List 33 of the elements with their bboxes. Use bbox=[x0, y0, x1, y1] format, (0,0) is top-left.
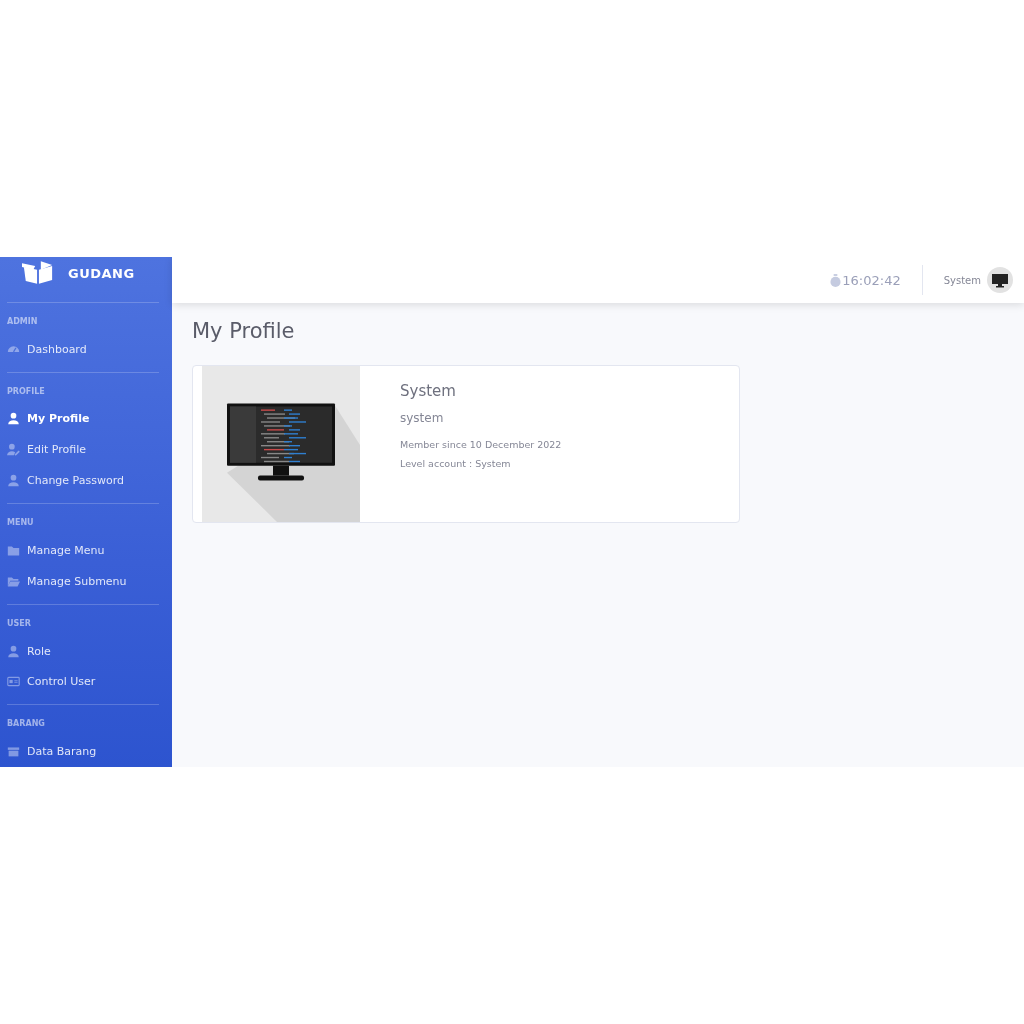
id-card-icon bbox=[7, 675, 20, 689]
stopwatch-icon bbox=[830, 273, 842, 287]
brand-name: GUDANG bbox=[68, 265, 135, 281]
user-icon bbox=[7, 412, 20, 426]
section-heading: USER bbox=[7, 617, 32, 630]
box-icon bbox=[7, 745, 20, 759]
nav-item[interactable]: My Profile bbox=[7, 403, 165, 435]
profile-name: System bbox=[400, 382, 457, 400]
section-heading: MENU bbox=[7, 517, 35, 529]
monitor-avatar-icon[interactable] bbox=[987, 267, 1013, 293]
nav-item[interactable]: Dashboard bbox=[7, 333, 165, 365]
nav-item[interactable]: Manage Submenu bbox=[7, 565, 165, 597]
nav-item[interactable]: Data Barang bbox=[7, 736, 165, 767]
folder-icon bbox=[7, 543, 20, 557]
username-text: system bbox=[400, 411, 445, 425]
folder-open-icon bbox=[7, 574, 20, 588]
nav-item[interactable]: Role bbox=[7, 635, 165, 667]
member-since-text: Member since 10 December 2022 bbox=[400, 439, 562, 450]
user-icon bbox=[7, 474, 20, 488]
nav-item[interactable]: Manage Menu bbox=[7, 535, 165, 566]
nav-item[interactable]: Edit Profile bbox=[7, 434, 165, 466]
box-logo-icon bbox=[22, 260, 54, 286]
nav-item[interactable]: Control User bbox=[7, 666, 165, 698]
section-heading: ADMIN bbox=[7, 315, 39, 328]
nav-item[interactable]: Change Password bbox=[7, 465, 165, 496]
user-edit-icon bbox=[7, 443, 20, 457]
page-title: My Profile bbox=[192, 319, 296, 343]
account-level-text: Level account : System bbox=[400, 458, 512, 469]
section-heading: BARANG bbox=[7, 718, 46, 731]
user-icon bbox=[7, 644, 20, 658]
user-name[interactable]: System bbox=[943, 274, 981, 286]
clock-time: 16:02:42 bbox=[842, 272, 901, 288]
section-heading: PROFILE bbox=[7, 385, 46, 398]
